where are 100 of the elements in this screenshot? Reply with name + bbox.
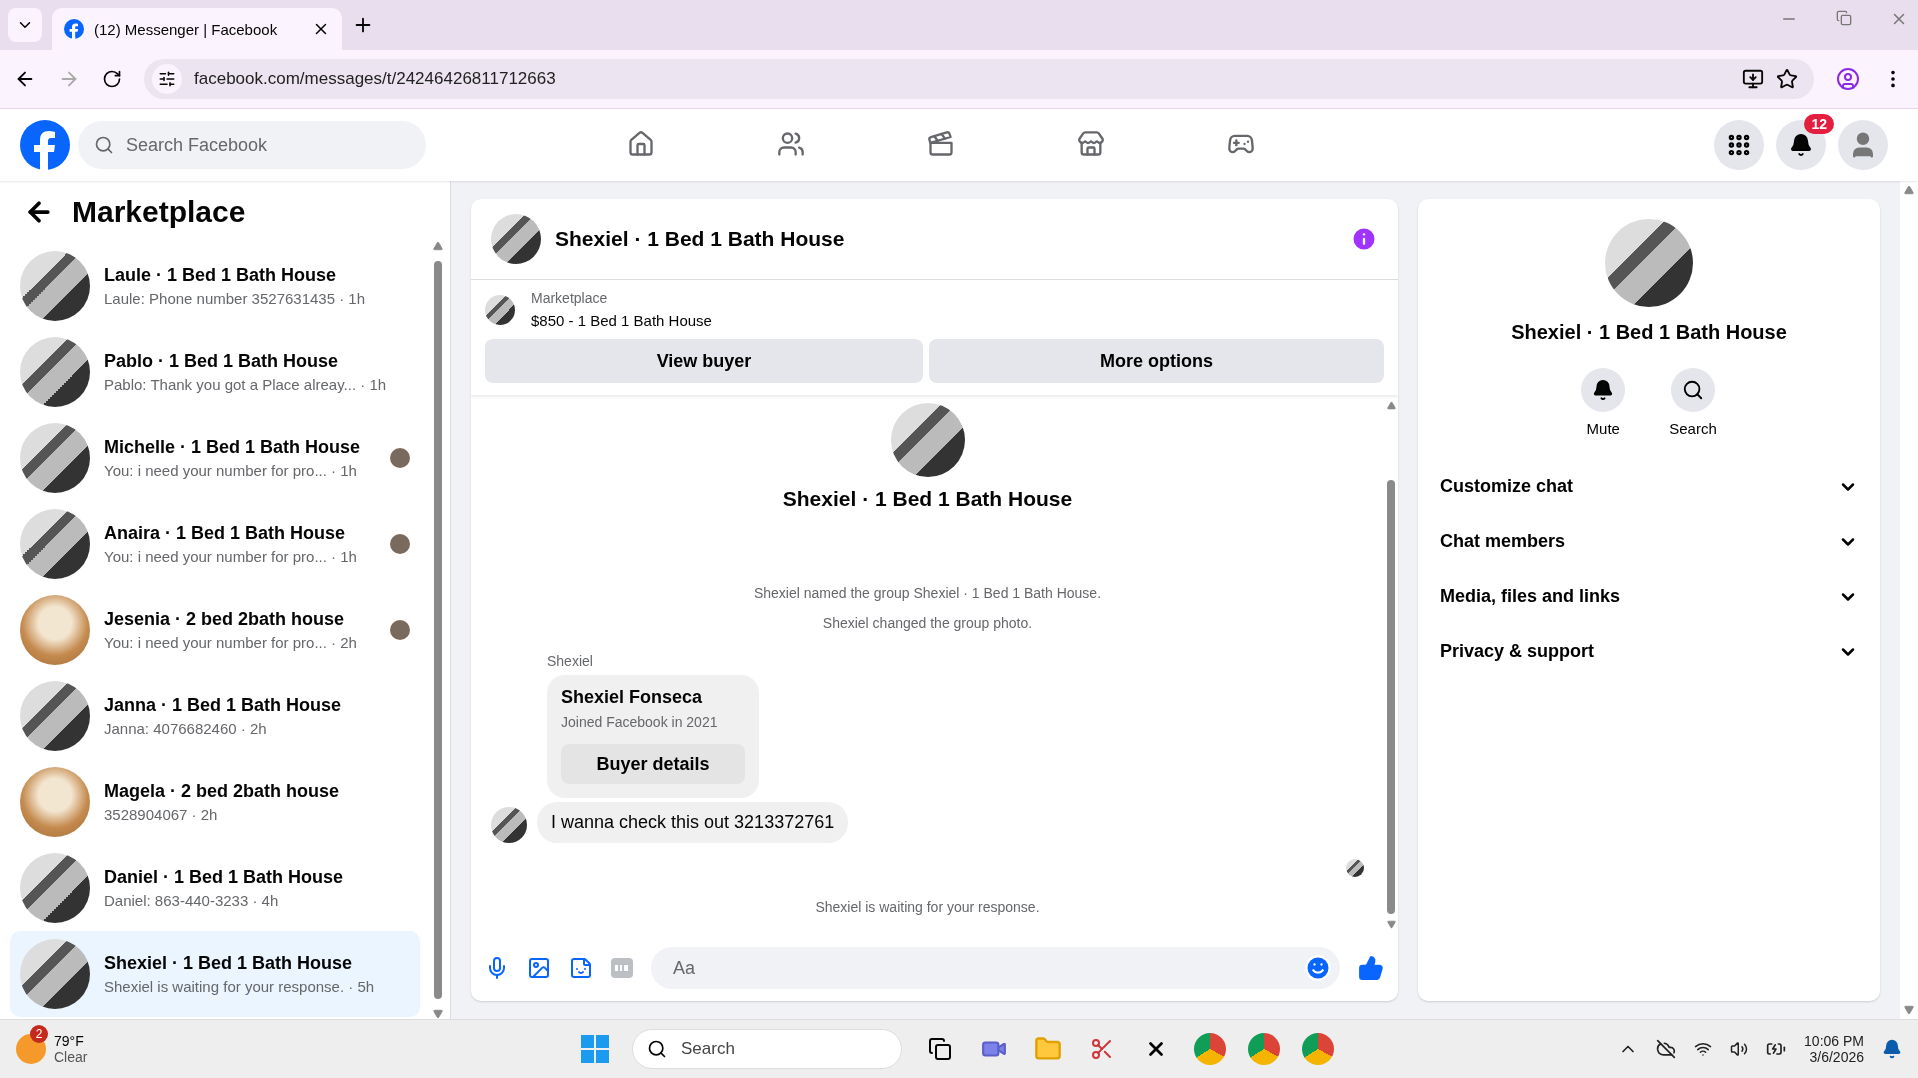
clock-date: 3/6/2026 <box>1809 1049 1864 1065</box>
notifications-button[interactable] <box>1776 120 1826 170</box>
details-section[interactable]: Privacy & support <box>1438 624 1860 679</box>
message-field[interactable]: Aa <box>651 947 1340 989</box>
conversation-item[interactable]: Daniel · 1 Bed 1 Bath House Daniel: 863-440-3233 · 4h <box>10 845 420 931</box>
account-button[interactable] <box>1838 120 1888 170</box>
address-bar[interactable]: facebook.com/messages/t/24246426811712663 <box>144 59 1814 99</box>
search-icon <box>94 135 114 155</box>
waiting-notice: Shexiel is waiting for your response. <box>815 899 1040 915</box>
photo-placeholder <box>485 294 515 325</box>
buyer-details-button[interactable]: Buyer details <box>561 744 745 784</box>
message-bubble: I wanna check this out 3213372761 <box>537 802 849 843</box>
conversation-item[interactable]: Pablo · 1 Bed 1 Bath House Pablo: Thank you got a Place alreay... · 1h <box>10 329 420 415</box>
photo-placeholder <box>491 807 527 843</box>
search-icon <box>647 1039 667 1059</box>
restore-icon[interactable] <box>1836 10 1852 26</box>
conversation-title: Laule · 1 Bed 1 Bath House <box>104 265 338 286</box>
conversation-item[interactable]: Jesenia · 2 bed 2bath house You: i need your number for pro... · 2h <box>10 587 420 673</box>
taskbar-search-box[interactable]: Search <box>632 1029 902 1069</box>
conversation-item[interactable]: Shexiel · 1 Bed 1 Bath House Shexiel is waiting for your response. · 5h <box>10 931 420 1017</box>
conversation-preview: Janna: 4076682460 · 2h <box>104 720 268 737</box>
reload-icon[interactable] <box>102 69 122 89</box>
store-icon <box>1077 129 1105 158</box>
temperature: 79°F <box>54 1033 85 1049</box>
action-button[interactable]: View buyer <box>485 339 923 383</box>
cloud-off-icon[interactable] <box>1656 1039 1677 1059</box>
scroll-up-icon[interactable] <box>1386 401 1396 410</box>
scrollbar-thumb[interactable] <box>1387 480 1395 914</box>
start-icon[interactable] <box>580 1034 610 1064</box>
listing-title: $850 - 1 Bed 1 Bath House <box>531 312 712 329</box>
conversation-title: Michelle · 1 Bed 1 Bath House <box>104 437 362 458</box>
profile-icon[interactable] <box>1836 67 1860 91</box>
star-icon[interactable] <box>1776 68 1798 90</box>
scroll-down-icon[interactable] <box>1904 1005 1914 1015</box>
wifi-icon[interactable] <box>1694 1040 1713 1058</box>
details-section[interactable]: Media, files and links <box>1438 569 1860 624</box>
site-settings-icon[interactable] <box>158 70 176 88</box>
image-icon[interactable] <box>527 956 551 980</box>
conversation-title: Daniel · 1 Bed 1 Bath House <box>104 867 345 888</box>
system-message: Shexiel named the group Shexiel · 1 Bed 1 Bath House. <box>753 585 1102 601</box>
weather-badge: 2 <box>30 1025 48 1043</box>
thumbs-up-icon[interactable] <box>1358 955 1384 981</box>
conversation-item[interactable]: Magela · 2 bed 2bath house 3528904067 · 2h <box>10 759 420 845</box>
sidebar-title: Marketplace <box>72 195 246 229</box>
seen-avatar <box>1346 859 1364 877</box>
sender-name: Shexiel <box>547 653 594 669</box>
url-text: facebook.com/messages/t/24246426811712663 <box>194 69 557 89</box>
group-title: Shexiel · 1 Bed 1 Bath House <box>782 487 1073 511</box>
system-message: Shexiel changed the group photo. <box>822 615 1033 631</box>
taskbar-search[interactable]: Search <box>679 1038 887 1060</box>
conversation-title: Jesenia · 2 bed 2bath house <box>104 609 346 630</box>
search-bar[interactable]: Search Facebook <box>78 121 426 169</box>
scroll-down-icon[interactable] <box>433 1009 443 1019</box>
notification-icon[interactable] <box>1882 1039 1902 1059</box>
conversation-item[interactable]: Anaira · 1 Bed 1 Bath House You: i need your number for pro... · 1h <box>10 501 420 587</box>
menu-button[interactable] <box>1714 120 1764 170</box>
install-icon[interactable] <box>1742 68 1764 90</box>
details-section[interactable]: Chat members <box>1438 514 1860 569</box>
listing-label: Marketplace <box>531 290 609 306</box>
volume-icon[interactable] <box>1730 1040 1749 1058</box>
clock-time: 10:06 PM <box>1804 1033 1864 1049</box>
message-input[interactable]: Aa <box>671 956 1304 980</box>
sticker-icon[interactable] <box>569 956 593 980</box>
emoji-icon[interactable] <box>1304 954 1332 982</box>
scroll-up-icon[interactable] <box>1904 185 1914 195</box>
browser-tab[interactable]: (12) Messenger | Facebook <box>52 8 342 50</box>
search-icon <box>1682 379 1704 401</box>
conversation-preview: Daniel: 863-440-3233 · 4h <box>104 892 280 909</box>
scissors-icon[interactable] <box>1090 1037 1114 1061</box>
conversation-preview: Shexiel is waiting for your response. · 5h <box>104 978 376 995</box>
people-icon <box>777 129 805 158</box>
buyer-name: Shexiel Fonseca <box>561 687 704 708</box>
facebook-logo-icon[interactable] <box>20 120 70 170</box>
video-icon <box>927 129 955 158</box>
action-button[interactable]: More options <box>929 339 1384 383</box>
conversation-item[interactable]: Janna · 1 Bed 1 Bath House Janna: 4076682460 · 2h <box>10 673 420 759</box>
weather-condition: Clear <box>54 1049 88 1065</box>
bell-icon <box>1789 133 1813 157</box>
conversation-title: Janna · 1 Bed 1 Bath House <box>104 695 343 716</box>
conversation-item[interactable]: Laule · 1 Bed 1 Bath House Laule: Phone number 3527631435 · 1h <box>10 243 420 329</box>
conversation-preview: Laule: Phone number 3527631435 · 1h <box>104 290 367 307</box>
joined-text: Joined Facebook in 2021 <box>561 714 719 730</box>
conversation-preview: 3528904067 · 2h <box>104 806 219 823</box>
info-icon[interactable] <box>1350 225 1378 253</box>
details-section[interactable]: Customize chat <box>1438 459 1860 514</box>
scroll-down-icon[interactable] <box>1386 920 1396 929</box>
grid-icon <box>1726 132 1752 158</box>
conversation-preview: Pablo: Thank you got a Place alreay... · 1h <box>104 376 388 393</box>
details-title: Shexiel · 1 Bed 1 Bath House <box>1511 321 1787 344</box>
conversation-item[interactable]: Michelle · 1 Bed 1 Bath House You: i need your number for pro... · 1h <box>10 415 420 501</box>
tab-title: (12) Messenger | Facebook <box>94 20 279 38</box>
task-view-icon[interactable] <box>928 1037 952 1061</box>
conversation-preview: You: i need your number for pro... · 2h <box>104 634 358 651</box>
scrollbar-thumb[interactable] <box>434 261 442 999</box>
conversation-title: Magela · 2 bed 2bath house <box>104 781 341 802</box>
photo-placeholder <box>491 214 541 264</box>
scroll-up-icon[interactable] <box>433 241 443 251</box>
conversation-title: Pablo · 1 Bed 1 Bath House <box>104 351 340 372</box>
search-field[interactable]: Search Facebook <box>124 133 410 157</box>
conversation-title: Shexiel · 1 Bed 1 Bath House <box>104 953 354 974</box>
